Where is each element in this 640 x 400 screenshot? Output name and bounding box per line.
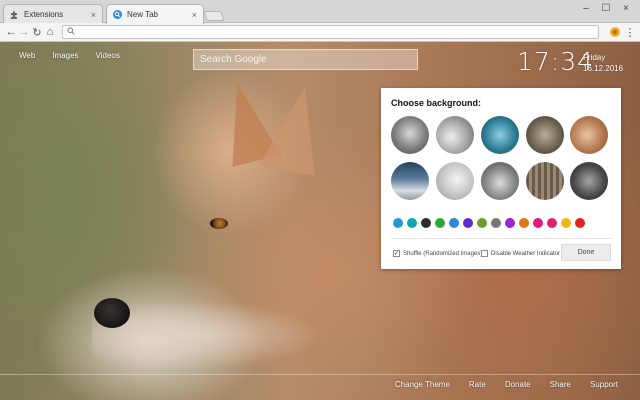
color-swatch[interactable] [393, 218, 403, 228]
shuffle-label: Shuffle (Randomized Images) [403, 250, 483, 257]
panel-title: Choose background: [391, 98, 482, 108]
menu-icon[interactable]: ⋮ [625, 25, 636, 39]
panel-divider [391, 238, 611, 239]
background-thumbnail[interactable] [436, 116, 474, 154]
background-image-eye [210, 218, 228, 229]
search-type-links: Web Images Videos [19, 51, 120, 60]
address-bar[interactable] [62, 25, 599, 39]
window-controls: – ☐ × [576, 0, 636, 16]
color-swatch[interactable] [561, 218, 571, 228]
color-swatch[interactable] [575, 218, 585, 228]
background-thumbnail[interactable] [391, 162, 429, 200]
background-thumbnail[interactable] [570, 116, 608, 154]
color-swatch[interactable] [505, 218, 515, 228]
home-icon[interactable]: ⌂ [44, 25, 56, 39]
shuffle-option[interactable]: ✓ Shuffle (Randomized Images) [393, 250, 482, 257]
link-videos[interactable]: Videos [96, 51, 120, 60]
extension-icon[interactable] [609, 26, 621, 38]
maximize-icon[interactable]: ☐ [596, 0, 616, 16]
background-thumbnail[interactable] [526, 162, 564, 200]
search-favicon-icon [113, 10, 122, 19]
color-swatch[interactable] [421, 218, 431, 228]
color-swatch[interactable] [407, 218, 417, 228]
share-link[interactable]: Share [550, 380, 571, 389]
browser-toolbar: ← → ↻ ⌂ ⋮ [0, 23, 640, 42]
background-image-nose [94, 298, 130, 328]
color-swatch[interactable] [533, 218, 543, 228]
donate-link[interactable]: Donate [505, 380, 531, 389]
search-icon [67, 26, 75, 38]
background-thumbnail[interactable] [481, 162, 519, 200]
reload-icon[interactable]: ↻ [31, 25, 43, 39]
color-swatch[interactable] [491, 218, 501, 228]
minimize-icon[interactable]: – [576, 0, 596, 16]
background-thumbnail[interactable] [481, 116, 519, 154]
forward-icon[interactable]: → [18, 25, 30, 39]
footer-bar: Change Theme Rate Donate Share Support [0, 374, 640, 400]
support-link[interactable]: Support [590, 380, 618, 389]
rate-link[interactable]: Rate [469, 380, 486, 389]
day-label: Friday [583, 53, 606, 62]
puzzle-icon [10, 10, 19, 19]
weather-checkbox[interactable] [481, 250, 488, 257]
background-chooser-panel: Choose background: ✓ Shuffle (Randomized… [381, 88, 621, 269]
background-thumbnail[interactable] [436, 162, 474, 200]
background-image-ear [259, 81, 333, 176]
color-swatch[interactable] [477, 218, 487, 228]
footer-links: Change Theme Rate Donate Share Support [395, 380, 618, 389]
background-thumbnail[interactable] [391, 116, 429, 154]
tab-title: Extensions [24, 10, 64, 19]
weather-label: Disable Weather Indicator [491, 250, 560, 257]
color-swatch[interactable] [463, 218, 473, 228]
new-tab-page: Web Images Videos 17:34 Friday 16.12.201… [0, 42, 640, 400]
tab-close-icon[interactable]: × [91, 10, 96, 20]
search-input[interactable] [200, 54, 417, 65]
date-display: Friday 16.12.2016 [583, 52, 623, 74]
date-label: 16.12.2016 [583, 64, 624, 73]
tab-close-icon[interactable]: × [192, 10, 197, 20]
tab-new-tab[interactable]: New Tab × [106, 4, 204, 24]
tab-extensions[interactable]: Extensions × [3, 4, 103, 24]
link-images[interactable]: Images [52, 51, 78, 60]
link-web[interactable]: Web [19, 51, 35, 60]
new-tab-button[interactable] [203, 11, 225, 21]
color-swatch[interactable] [449, 218, 459, 228]
search-box [193, 49, 418, 70]
color-swatch[interactable] [519, 218, 529, 228]
done-button[interactable]: Done [561, 244, 611, 261]
color-swatch[interactable] [435, 218, 445, 228]
tab-strip: Extensions × New Tab × – ☐ × [0, 0, 640, 24]
tab-title: New Tab [127, 10, 158, 19]
close-icon[interactable]: × [616, 0, 636, 16]
back-icon[interactable]: ← [5, 25, 17, 39]
background-thumbnail[interactable] [570, 162, 608, 200]
background-thumbnail[interactable] [526, 116, 564, 154]
color-swatch[interactable] [547, 218, 557, 228]
weather-option[interactable]: Disable Weather Indicator [481, 250, 560, 257]
change-theme-link[interactable]: Change Theme [395, 380, 450, 389]
shuffle-checkbox[interactable]: ✓ [393, 250, 400, 257]
